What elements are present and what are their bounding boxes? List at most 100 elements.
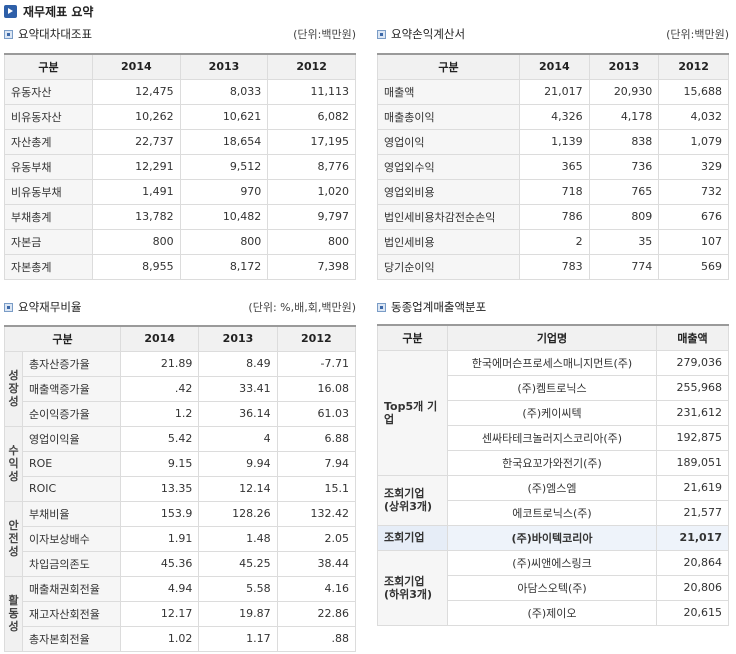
value-cell: 774 [588, 253, 660, 280]
income-statement-table: 구분 2014 2013 2012 매출액 21,017 20,930 15,688 매출총이… [377, 53, 729, 280]
row-label: 매출총이익 [377, 103, 520, 130]
row-label: ROIC [22, 475, 121, 502]
value-cell: 36.14 [198, 400, 278, 427]
company-name: (주)엠스엠 [447, 474, 657, 501]
table-row: 자본금 800 800 800 [4, 228, 356, 255]
value-cell: 569 [658, 253, 729, 280]
group-label: 조회기업 (하위3개) [377, 549, 448, 626]
ratios-table: 구분 2014 2013 2012 성장성 총자산증가율 21.89 8.49 -7.71 매출… [4, 325, 357, 652]
value-cell: 732 [658, 178, 729, 205]
value-cell: 1,079 [658, 128, 729, 155]
value-cell: 800 [267, 228, 356, 255]
value-cell: 1.2 [119, 400, 200, 427]
value-cell: 15,688 [658, 78, 729, 105]
row-label: 매출액증가율 [22, 375, 121, 402]
row-label: ROE [22, 450, 121, 477]
value-cell: 8,955 [92, 253, 181, 280]
table-row: 비유동부채 1,491 970 1,020 [4, 178, 356, 205]
category-label: 안전성 [8, 519, 19, 558]
row-label: 이자보상배수 [22, 525, 121, 552]
table-header: 구분 2014 2013 2012 [4, 53, 356, 80]
table-row: 안전성 부채비율 153.9 128.26 132.42 [4, 500, 357, 577]
value-cell: 6,082 [267, 103, 356, 130]
table-row: 자본총계 8,955 8,172 7,398 [4, 253, 356, 280]
value-cell: 7,398 [267, 253, 356, 280]
row-label: 영업이익율 [22, 425, 121, 452]
table-row: 비유동자산 10,262 10,621 6,082 [4, 103, 356, 130]
column-header: 구분 [4, 325, 121, 352]
category-cell: 활동성 [4, 575, 23, 652]
table-row: 당기순이익 783 774 569 [377, 253, 729, 280]
sales-value: 21,577 [656, 499, 729, 526]
bullet-square-icon [377, 302, 386, 312]
value-cell: 17,195 [267, 128, 356, 155]
value-cell: 8,776 [267, 153, 356, 180]
value-cell: 153.9 [119, 500, 200, 527]
sales-value: 255,968 [656, 374, 729, 401]
row-label: 자본금 [4, 228, 93, 255]
value-cell: 38.44 [276, 550, 357, 577]
value-cell: 1.48 [198, 525, 278, 552]
sales-value: 231,612 [656, 399, 729, 426]
company-name: (주)케이씨텍 [447, 399, 657, 426]
row-label: 매출채권회전율 [22, 575, 121, 602]
row-label: 비유동자산 [4, 103, 93, 130]
value-cell: 809 [588, 203, 660, 230]
table-row: 영업이익 1,139 838 1,079 [377, 128, 729, 155]
row-label: 자본총계 [4, 253, 93, 280]
value-cell: 1,491 [92, 178, 181, 205]
value-cell: 16.08 [276, 375, 357, 402]
row-label: 부채총계 [4, 203, 93, 230]
row-label: 영업외수익 [377, 153, 520, 180]
value-cell: 1.91 [119, 525, 200, 552]
value-cell: .88 [276, 625, 357, 652]
value-cell: 8,033 [179, 78, 269, 105]
row-label: 차입금의존도 [22, 550, 121, 577]
value-cell: 970 [179, 178, 269, 205]
company-name: 한국에머슨프로세스매니지먼트(주) [447, 349, 657, 376]
value-cell: 10,482 [179, 203, 269, 230]
table-row: 이자보상배수 1.91 1.48 2.05 [5, 525, 357, 552]
column-header: 구분 [377, 53, 520, 80]
main-title-text: 재무제표 요약 [23, 4, 94, 19]
sales-value: 20,806 [656, 574, 729, 601]
table-row: 수익성 영업이익율 5.42 4 6.88 [4, 425, 357, 502]
sales-value: 189,051 [656, 449, 729, 476]
company-name: (주)바이텍코리아 [447, 524, 657, 551]
table-header: 구분 2014 2013 2012 [377, 53, 729, 80]
value-cell: 365 [519, 153, 590, 180]
value-cell: 4.16 [276, 575, 357, 602]
row-label: 총자산증가율 [22, 350, 121, 377]
value-cell: 786 [519, 203, 590, 230]
value-cell: 13,782 [92, 203, 181, 230]
highlighted-company-row: 조회기업 (주)바이텍코리아 21,017 [377, 524, 729, 551]
value-cell: 33.41 [198, 375, 278, 402]
table-row: 영업외수익 365 736 329 [377, 153, 729, 180]
peer-sales-title: 동종업계매출액분포 [377, 299, 486, 315]
company-name: (주)씨앤에스링크 [447, 549, 657, 576]
value-cell: 329 [658, 153, 729, 180]
value-cell: 45.36 [119, 550, 200, 577]
bullet-square-icon [4, 29, 13, 39]
table-row: 재고자산회전율 12.17 19.87 22.86 [5, 600, 357, 627]
value-cell: 12,291 [92, 153, 181, 180]
category-label: 수익성 [8, 444, 19, 483]
table-row: 순이익증가율 1.2 36.14 61.03 [5, 400, 357, 427]
value-cell: 9,797 [267, 203, 356, 230]
sales-value: 279,036 [656, 349, 729, 376]
table-row: 매출액 21,017 20,930 15,688 [377, 78, 729, 105]
value-cell: 45.25 [198, 550, 278, 577]
company-name: (주)켐트로닉스 [447, 374, 657, 401]
sales-value: 20,615 [656, 599, 729, 626]
sales-value: 192,875 [656, 424, 729, 451]
group-label: Top5개 기업 [377, 349, 448, 476]
company-name: (주)제이오 [447, 599, 657, 626]
table-row: 자산총계 22,737 18,654 17,195 [4, 128, 356, 155]
table-row: 조회기업 (하위3개) (주)씨앤에스링크 20,864 [377, 549, 729, 626]
ratios-title: 요약재무비율 [4, 299, 81, 315]
value-cell: 35 [588, 228, 660, 255]
sales-value: 21,017 [656, 524, 729, 551]
value-cell: 9,512 [179, 153, 269, 180]
value-cell: 676 [658, 203, 729, 230]
row-label: 유동자산 [4, 78, 93, 105]
